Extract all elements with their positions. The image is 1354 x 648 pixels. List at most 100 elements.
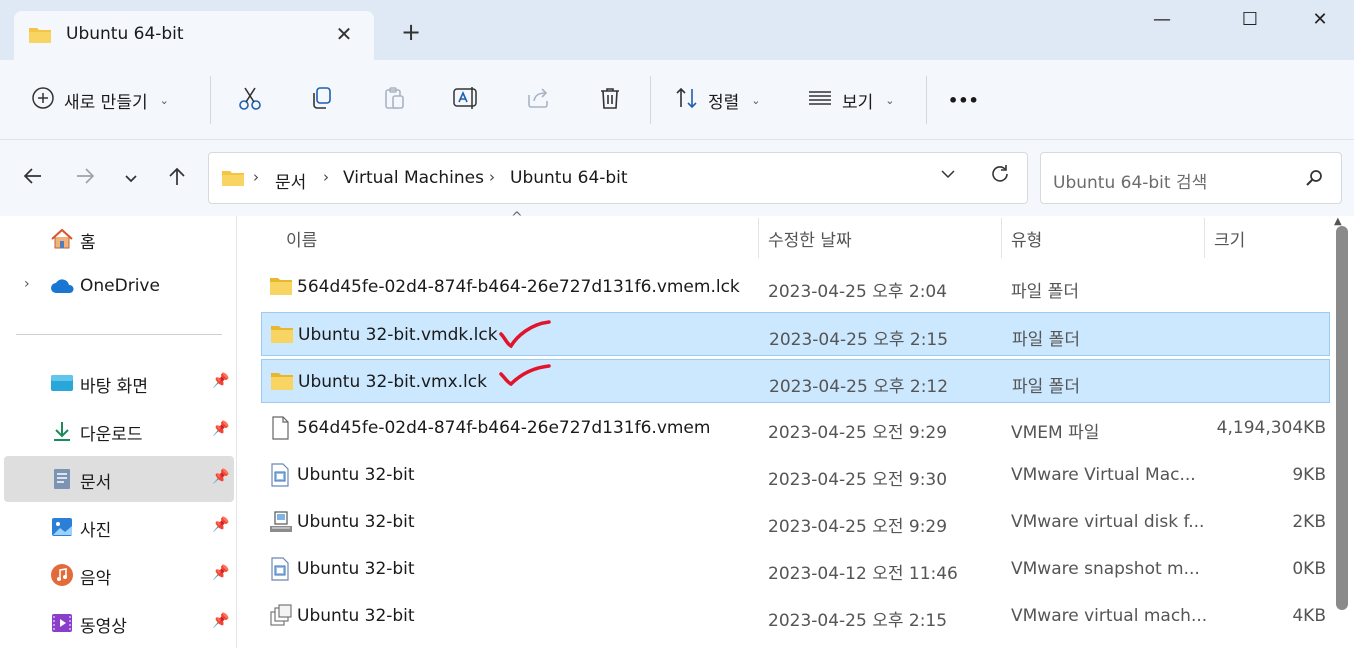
sidebar-item-videos[interactable]: 동영상 📌 xyxy=(4,600,234,646)
arrow-up-icon xyxy=(166,165,188,193)
new-button[interactable]: 새로 만들기 ⌄ xyxy=(30,82,169,118)
file-row[interactable]: Ubuntu 32-bit.vmx.lck 2023-04-25 오후 2:12… xyxy=(261,359,1330,403)
column-header-name[interactable]: 이름 xyxy=(286,226,317,251)
column-divider[interactable] xyxy=(1204,218,1205,258)
pin-icon[interactable]: 📌 xyxy=(212,613,229,629)
file-date: 2023-04-25 오전 9:29 xyxy=(768,517,948,537)
delete-button[interactable] xyxy=(590,82,630,118)
file-row[interactable]: Ubuntu 32-bit 2023-04-12 오전 11:46 VMware… xyxy=(261,547,1330,591)
file-name: 564d45fe-02d4-874f-b464-26e727d131f6.vme… xyxy=(297,277,740,297)
column-divider[interactable] xyxy=(758,218,759,258)
red-checkmark-annotation xyxy=(499,320,551,349)
sidebar-item-desktop[interactable]: 바탕 화면 📌 xyxy=(4,360,234,406)
pin-icon[interactable]: 📌 xyxy=(212,517,229,533)
music-icon xyxy=(50,563,74,587)
file-type: VMware snapshot m... xyxy=(1011,559,1200,579)
column-header-size[interactable]: 크기 xyxy=(1214,226,1245,251)
tab-ubuntu-64-bit[interactable]: Ubuntu 64-bit ✕ xyxy=(14,11,374,60)
chevron-right-icon: › xyxy=(323,168,329,186)
navigation-pane: 홈 › OneDrive 바탕 화면 📌 다운로드 📌 문서 📌 사진 📌 음악… xyxy=(0,216,236,648)
title-bar: Ubuntu 64-bit ✕ + — ☐ ✕ xyxy=(0,0,1354,60)
vmware-snapshot-icon xyxy=(269,557,293,581)
column-header-type[interactable]: 유형 xyxy=(1011,226,1042,251)
file-name: Ubuntu 32-bit.vmx.lck xyxy=(298,372,487,392)
sidebar-item-onedrive[interactable]: › OneDrive xyxy=(4,264,234,310)
breadcrumb-virtual-machines[interactable]: Virtual Machines xyxy=(343,168,484,188)
folder-icon xyxy=(221,168,245,193)
pictures-icon xyxy=(50,515,74,539)
vertical-scrollbar[interactable] xyxy=(1336,226,1348,610)
file-row[interactable]: Ubuntu 32-bit 2023-04-25 오전 9:29 VMware … xyxy=(261,500,1330,544)
paste-button[interactable] xyxy=(374,82,414,118)
address-bar[interactable]: › 문서 › Virtual Machines › Ubuntu 64-bit xyxy=(208,152,1028,204)
sidebar-item-music[interactable]: 음악 📌 xyxy=(4,552,234,598)
command-bar: 새로 만들기 ⌄ 정렬 ⌄ 보기 ⌄ ••• xyxy=(0,60,1354,140)
file-row[interactable]: 564d45fe-02d4-874f-b464-26e727d131f6.vme… xyxy=(261,265,1330,309)
file-list: ^ 이름 수정한 날짜 유형 크기 564d45fe-02d4-874f-b46… xyxy=(237,210,1354,648)
column-divider[interactable] xyxy=(1001,218,1002,258)
more-options-button[interactable]: ••• xyxy=(948,82,979,118)
sidebar-item-label: 홈 xyxy=(80,233,96,253)
chevron-down-icon: ⌄ xyxy=(885,93,895,107)
pin-icon[interactable]: 📌 xyxy=(212,373,229,389)
back-button[interactable] xyxy=(16,162,50,196)
new-button-label: 새로 만들기 xyxy=(64,92,148,113)
sidebar-item-home[interactable]: 홈 xyxy=(4,216,234,262)
minimize-button[interactable]: — xyxy=(1134,6,1190,36)
file-row[interactable]: Ubuntu 32-bit.vmdk.lck 2023-04-25 오후 2:1… xyxy=(261,312,1330,356)
cut-button[interactable] xyxy=(230,82,270,118)
sort-arrows-icon xyxy=(674,85,700,116)
view-button[interactable]: 보기 ⌄ xyxy=(806,82,895,118)
toolbar-divider xyxy=(926,76,927,124)
sidebar-item-label: 바탕 화면 xyxy=(80,377,148,397)
view-lines-icon xyxy=(806,85,834,116)
search-icon[interactable] xyxy=(1303,167,1325,194)
file-type: 파일 폴더 xyxy=(1012,330,1080,350)
copy-button[interactable] xyxy=(302,82,342,118)
share-icon xyxy=(525,85,551,116)
sidebar-item-pictures[interactable]: 사진 📌 xyxy=(4,504,234,550)
sort-button[interactable]: 정렬 ⌄ xyxy=(674,82,761,118)
document-icon xyxy=(50,467,74,491)
file-name: Ubuntu 32-bit xyxy=(297,559,415,579)
file-row[interactable]: Ubuntu 32-bit 2023-04-25 오후 2:15 VMware … xyxy=(261,594,1330,638)
file-icon xyxy=(269,416,293,440)
file-type: VMware virtual mach... xyxy=(1011,606,1208,626)
file-name: Ubuntu 32-bit xyxy=(297,512,415,532)
pin-icon[interactable]: 📌 xyxy=(212,469,229,485)
chevron-right-icon: › xyxy=(253,168,259,186)
pin-icon[interactable]: 📌 xyxy=(212,565,229,581)
sidebar-item-downloads[interactable]: 다운로드 📌 xyxy=(4,408,234,454)
breadcrumb-documents[interactable]: 문서 xyxy=(275,168,306,193)
scissors-icon xyxy=(237,85,263,116)
breadcrumb-ubuntu-64-bit[interactable]: Ubuntu 64-bit xyxy=(510,168,628,188)
vmware-config-icon xyxy=(269,463,293,487)
file-row[interactable]: Ubuntu 32-bit 2023-04-25 오전 9:30 VMware … xyxy=(261,453,1330,497)
forward-button[interactable] xyxy=(68,162,102,196)
sort-ascending-icon: ^ xyxy=(511,210,523,226)
file-name: Ubuntu 32-bit xyxy=(297,465,415,485)
search-input[interactable]: Ubuntu 64-bit 검색 xyxy=(1040,152,1342,204)
column-header-date[interactable]: 수정한 날짜 xyxy=(768,226,852,251)
refresh-icon[interactable] xyxy=(989,163,1011,191)
rename-icon xyxy=(452,85,480,116)
sidebar-item-documents[interactable]: 문서 📌 xyxy=(4,456,234,502)
chevron-right-icon[interactable]: › xyxy=(24,276,30,292)
sidebar-item-label: 음악 xyxy=(80,569,112,589)
file-type: VMware Virtual Mac... xyxy=(1011,465,1196,485)
up-button[interactable] xyxy=(160,162,194,196)
share-button[interactable] xyxy=(518,82,558,118)
close-window-button[interactable]: ✕ xyxy=(1292,6,1348,36)
arrow-left-icon xyxy=(22,165,44,193)
address-dropdown-icon[interactable] xyxy=(939,165,957,187)
recent-locations-button[interactable] xyxy=(114,162,148,196)
file-type: VMware virtual disk f... xyxy=(1011,512,1205,532)
vmware-disk-icon xyxy=(269,510,293,534)
new-tab-button[interactable]: + xyxy=(396,18,426,48)
pin-icon[interactable]: 📌 xyxy=(212,421,229,437)
maximize-button[interactable]: ☐ xyxy=(1222,6,1278,36)
rename-button[interactable] xyxy=(446,82,486,118)
clipboard-icon xyxy=(381,85,407,116)
file-row[interactable]: 564d45fe-02d4-874f-b464-26e727d131f6.vme… xyxy=(261,406,1330,450)
tab-close-icon[interactable]: ✕ xyxy=(330,21,358,49)
